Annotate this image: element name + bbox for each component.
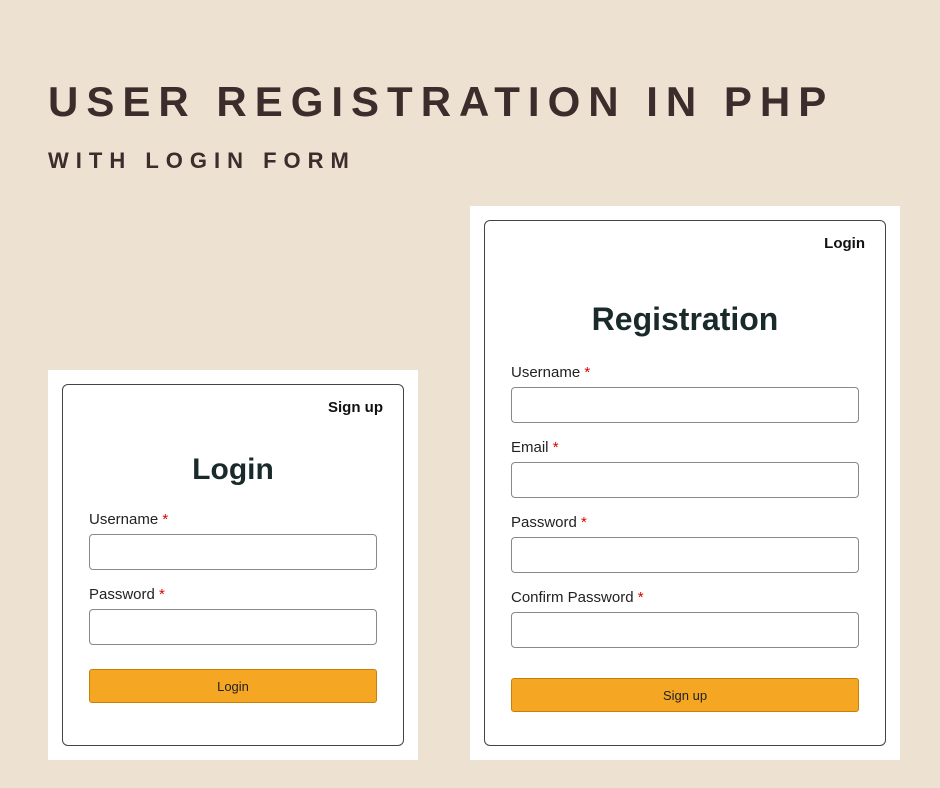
label-text: Password xyxy=(89,586,155,603)
login-title: Login xyxy=(89,453,377,487)
signup-link[interactable]: Sign up xyxy=(328,399,383,416)
registration-card: Login Registration Username * Email * Pa… xyxy=(470,206,900,760)
reg-email-input[interactable] xyxy=(511,462,859,498)
login-card-box: Sign up Login Username * Password * Logi… xyxy=(62,384,404,746)
reg-confirm-input[interactable] xyxy=(511,612,859,648)
reg-username-input[interactable] xyxy=(511,387,859,423)
label-text: Username xyxy=(511,364,580,381)
label-text: Confirm Password xyxy=(511,589,634,606)
required-mark: * xyxy=(162,511,168,528)
login-password-group: Password * xyxy=(89,586,377,645)
reg-password-group: Password * xyxy=(511,514,859,573)
reg-username-group: Username * xyxy=(511,364,859,423)
login-username-label: Username * xyxy=(89,511,377,528)
login-button[interactable]: Login xyxy=(89,669,377,703)
required-mark: * xyxy=(638,589,644,606)
required-mark: * xyxy=(159,586,165,603)
login-password-label: Password * xyxy=(89,586,377,603)
required-mark: * xyxy=(553,439,559,456)
page-subtitle: WITH LOGIN FORM xyxy=(48,148,356,174)
reg-email-group: Email * xyxy=(511,439,859,498)
required-mark: * xyxy=(584,364,590,381)
label-text: Username xyxy=(89,511,158,528)
label-text: Password xyxy=(511,514,577,531)
signup-button[interactable]: Sign up xyxy=(511,678,859,712)
login-card: Sign up Login Username * Password * Logi… xyxy=(48,370,418,760)
login-username-group: Username * xyxy=(89,511,377,570)
required-mark: * xyxy=(581,514,587,531)
label-text: Email xyxy=(511,439,549,456)
reg-email-label: Email * xyxy=(511,439,859,456)
reg-username-label: Username * xyxy=(511,364,859,381)
registration-card-box: Login Registration Username * Email * Pa… xyxy=(484,220,886,746)
login-password-input[interactable] xyxy=(89,609,377,645)
registration-title: Registration xyxy=(511,301,859,338)
reg-password-label: Password * xyxy=(511,514,859,531)
login-username-input[interactable] xyxy=(89,534,377,570)
page-title: USER REGISTRATION IN PHP xyxy=(48,78,834,126)
reg-password-input[interactable] xyxy=(511,537,859,573)
login-link[interactable]: Login xyxy=(824,235,865,252)
reg-confirm-group: Confirm Password * xyxy=(511,589,859,648)
reg-confirm-label: Confirm Password * xyxy=(511,589,859,606)
